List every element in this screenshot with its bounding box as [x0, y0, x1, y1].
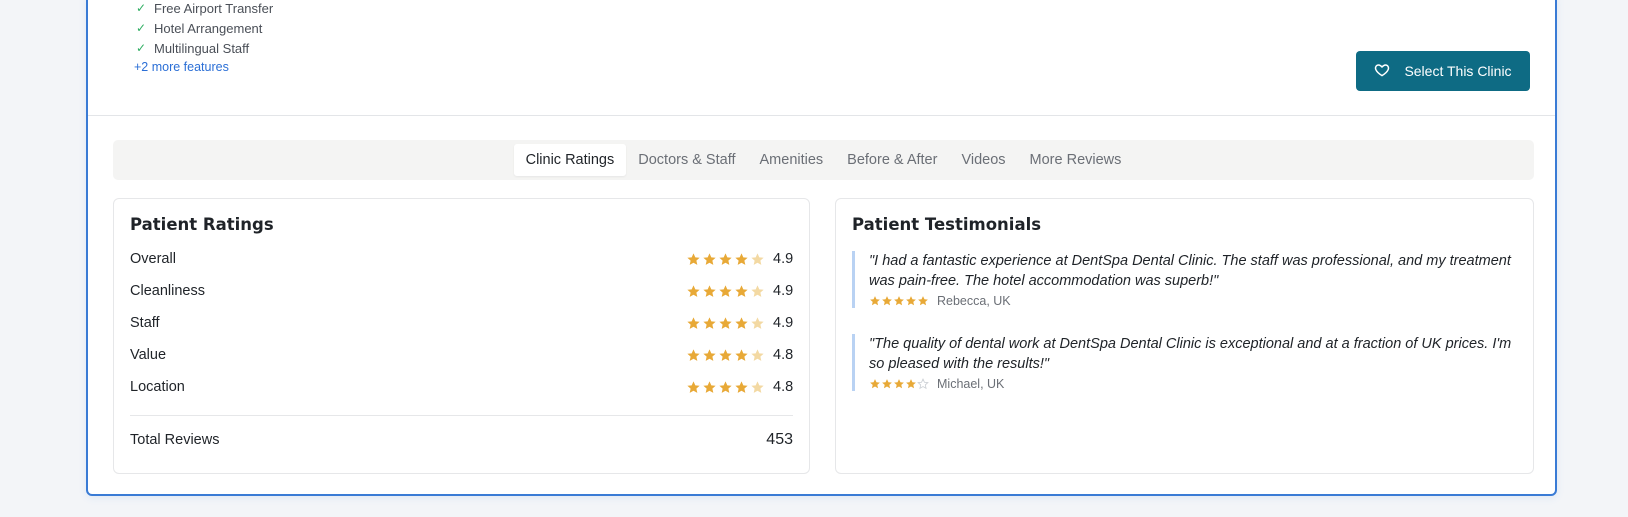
features-list: ✓ Free Airport Transfer ✓ Hotel Arrangem…: [134, 0, 273, 76]
rating-label: Overall: [130, 251, 176, 267]
rating-row-location: Location 4.8: [130, 376, 793, 398]
heart-icon: [1374, 62, 1390, 81]
star-icon: [751, 380, 764, 393]
star-icon: [687, 252, 700, 265]
tab-videos[interactable]: Videos: [949, 144, 1017, 176]
star-icon: [719, 380, 732, 393]
rating-value: 4.8: [773, 347, 794, 363]
check-icon: ✓: [135, 21, 147, 35]
star-icon: [703, 252, 716, 265]
star-icon: [894, 296, 904, 306]
star-icon: [703, 316, 716, 329]
star-icon: [882, 379, 892, 389]
patient-testimonials-panel: Patient Testimonials "I had a fantastic …: [835, 198, 1534, 474]
tab-amenities[interactable]: Amenities: [748, 144, 836, 176]
star-icon: [906, 379, 916, 389]
testimonial: "The quality of dental work at DentSpa D…: [852, 334, 1519, 391]
feature-label: Free Airport Transfer: [154, 0, 274, 16]
testimonial-quote: "I had a fantastic experience at DentSpa…: [869, 253, 1511, 289]
clinic-card: ✓ Free Airport Transfer ✓ Hotel Arrangem…: [86, 0, 1557, 496]
star-icon: [882, 296, 892, 306]
rating-label: Location: [130, 379, 185, 395]
rating-label: Staff: [130, 315, 160, 331]
star-icon: [894, 379, 904, 389]
star-rating: [686, 348, 765, 363]
tab-before-after[interactable]: Before & After: [835, 144, 949, 176]
total-reviews-row: Total Reviews 453: [130, 431, 793, 449]
rating-value: 4.9: [773, 251, 794, 267]
star-icon: [751, 284, 764, 297]
rating-label: Value: [130, 347, 167, 363]
rating-row-value: Value 4.8: [130, 344, 793, 366]
star-icon: [735, 316, 748, 329]
check-icon: ✓: [135, 41, 147, 55]
tab-doctors-staff[interactable]: Doctors & Staff: [626, 144, 747, 176]
feature-label: Hotel Arrangement: [154, 20, 263, 36]
testimonial-author: Michael, UK: [937, 377, 1005, 391]
total-reviews-value: 453: [766, 431, 793, 448]
star-icon: [906, 296, 916, 306]
star-icon: [703, 380, 716, 393]
testimonial-quote: "The quality of dental work at DentSpa D…: [869, 336, 1512, 372]
rating-value: 4.9: [773, 283, 794, 299]
tab-bar: Clinic Ratings Doctors & Staff Amenities…: [113, 140, 1534, 180]
select-clinic-button[interactable]: Select This Clinic: [1356, 51, 1530, 91]
tab-clinic-ratings[interactable]: Clinic Ratings: [513, 144, 627, 176]
star-icon: [687, 316, 700, 329]
rating-row-staff: Staff 4.9: [130, 312, 793, 334]
feature-item: ✓ Multilingual Staff: [134, 38, 273, 58]
rating-value: 4.8: [773, 379, 794, 395]
star-rating: [686, 284, 765, 299]
star-icon: [719, 348, 732, 361]
panel-title: Patient Testimonials: [852, 215, 1042, 234]
feature-item: ✓ Free Airport Transfer: [134, 0, 273, 18]
star-rating: [686, 252, 765, 267]
star-icon: [687, 380, 700, 393]
star-icon: [735, 348, 748, 361]
rating-label: Cleanliness: [130, 283, 205, 299]
star-rating: [686, 380, 765, 395]
total-reviews-label: Total Reviews: [130, 432, 220, 448]
star-rating: [869, 378, 929, 390]
star-icon: [687, 348, 700, 361]
star-icon: [703, 284, 716, 297]
tab-more-reviews[interactable]: More Reviews: [1018, 144, 1134, 176]
star-icon: [751, 348, 764, 361]
star-rating: [686, 316, 765, 331]
star-icon: [719, 284, 732, 297]
testimonial: "I had a fantastic experience at DentSpa…: [852, 251, 1519, 308]
panel-title: Patient Ratings: [130, 215, 274, 234]
star-icon: [870, 379, 880, 389]
section-divider: [88, 115, 1555, 116]
feature-label: Multilingual Staff: [154, 40, 250, 56]
star-icon: [735, 252, 748, 265]
ratings-divider: [130, 415, 793, 416]
rating-row-cleanliness: Cleanliness 4.9: [130, 280, 793, 302]
rating-value: 4.9: [773, 315, 794, 331]
star-icon: [918, 296, 928, 306]
star-icon: [735, 380, 748, 393]
star-icon: [719, 316, 732, 329]
select-clinic-label: Select This Clinic: [1404, 63, 1512, 79]
rating-row-overall: Overall 4.9: [130, 248, 793, 270]
star-icon: [870, 296, 880, 306]
star-icon: [703, 348, 716, 361]
testimonial-author: Rebecca, UK: [937, 294, 1011, 308]
star-icon: [917, 378, 929, 390]
star-icon: [751, 316, 764, 329]
feature-item: ✓ Hotel Arrangement: [134, 18, 273, 38]
more-features-link[interactable]: +2 more features: [134, 60, 229, 74]
patient-ratings-panel: Patient Ratings Overall 4.9 Cleanliness …: [113, 198, 810, 474]
star-icon: [735, 284, 748, 297]
star-icon: [719, 252, 732, 265]
check-icon: ✓: [135, 1, 147, 15]
star-icon: [751, 252, 764, 265]
star-icon: [687, 284, 700, 297]
star-rating: [869, 295, 929, 307]
